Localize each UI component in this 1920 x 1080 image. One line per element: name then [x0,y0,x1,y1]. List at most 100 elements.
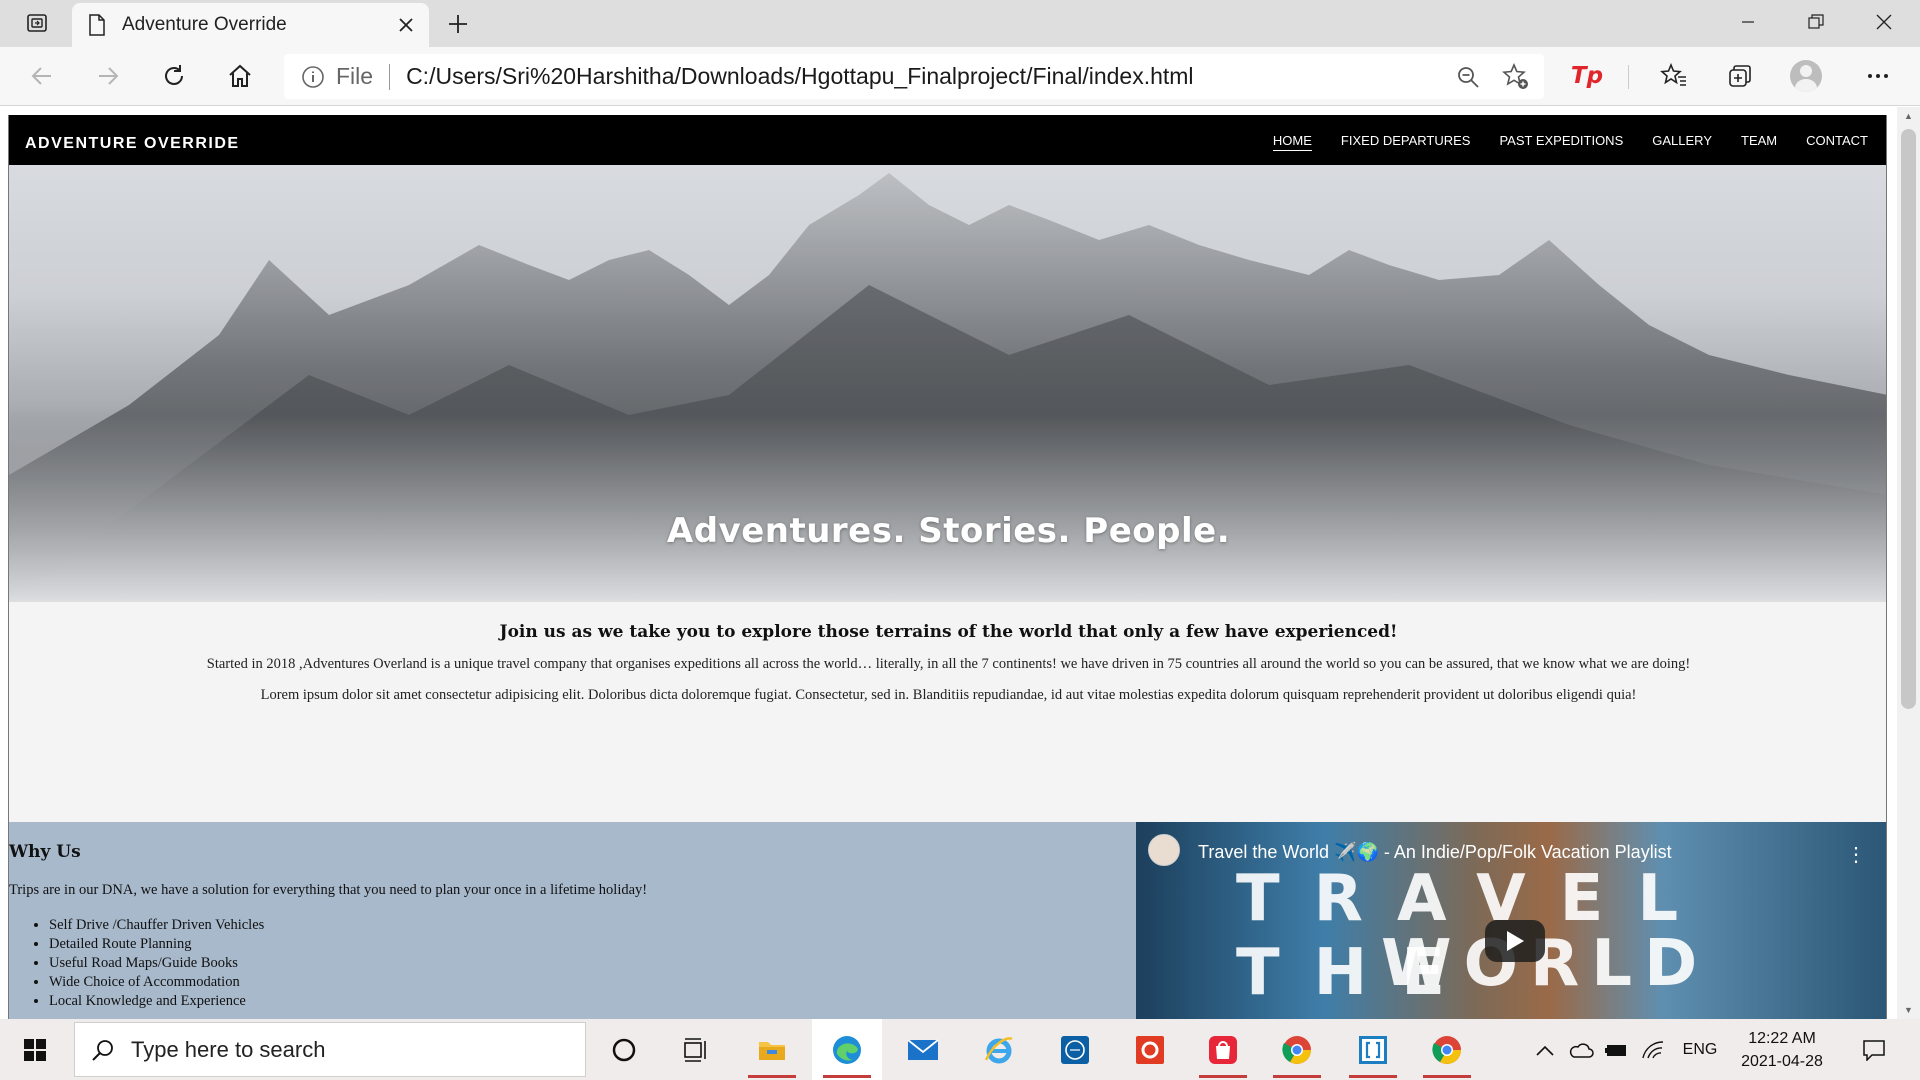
why-us-heading: Why Us [9,842,81,862]
home-button[interactable] [220,56,260,96]
hero-banner: Adventures. Stories. People. [9,165,1886,602]
office-button[interactable] [1115,1019,1185,1080]
onedrive-button[interactable] [1566,1019,1596,1080]
page-scrollbar[interactable]: ▲ ▼ [1897,107,1920,1019]
menu-item-home[interactable]: HOME [1272,133,1312,151]
forward-button[interactable] [88,56,128,96]
close-tab-button[interactable] [399,18,413,32]
edge-button[interactable] [812,1019,882,1080]
extension-button[interactable]: Tp [1567,56,1607,96]
chevron-up-icon [1536,1045,1554,1056]
internet-explorer-button[interactable] [964,1019,1034,1080]
internet-explorer-icon [984,1036,1013,1063]
restore-icon [1808,14,1824,29]
dell-app-button[interactable] [1040,1019,1110,1080]
wifi-button[interactable] [1638,1019,1668,1080]
why-us-section: Why Us Trips are in our DNA, we have a s… [9,822,1136,1019]
list-item: Local Knowledge and Experience [49,992,264,1011]
back-button[interactable] [22,56,62,96]
intro-paragraph-lorem: Lorem ipsum dolor sit amet consectetur a… [260,687,1637,703]
intro-section: Join us as we take you to explore those … [9,602,1886,822]
close-icon [399,18,413,32]
close-icon [1876,14,1892,30]
battery-button[interactable] [1602,1019,1632,1080]
start-button[interactable] [0,1019,70,1080]
taskbar-search-box[interactable]: Type here to search [74,1022,586,1077]
address-bar[interactable]: File C:/Users/Sri%20Harshitha/Downloads/… [284,54,1544,99]
tab-actions-button[interactable] [14,8,60,38]
search-placeholder: Type here to search [131,1036,326,1062]
taskbar-clock[interactable]: 12:22 AM 2021-04-28 [1722,1027,1842,1073]
refresh-button[interactable] [154,56,194,96]
site-menu: HOME FIXED DEPARTURES PAST EXPEDITIONS G… [1272,133,1868,151]
dell-icon [1061,1035,1089,1064]
favorites-button[interactable] [1654,56,1694,96]
minimize-button[interactable] [1715,0,1781,44]
file-explorer-button[interactable] [737,1019,807,1080]
zoom-button[interactable] [1448,57,1488,97]
arrow-left-icon [31,67,51,85]
browser-tab[interactable]: Adventure Override [72,3,429,47]
intro-heading: Join us as we take you to explore those … [499,622,1398,642]
search-icon [75,1038,131,1062]
toolbar-divider [1628,65,1629,89]
address-url[interactable]: C:/Users/Sri%20Harshitha/Downloads/Hgott… [406,63,1448,90]
site-brand[interactable]: ADVENTURE OVERRIDE [25,135,240,153]
menu-item-past-expeditions[interactable]: PAST EXPEDITIONS [1499,133,1623,151]
cortana-button[interactable] [589,1019,659,1080]
office-icon [1136,1035,1164,1064]
restore-button[interactable] [1783,0,1849,44]
list-item: Wide Choice of Accommodation [49,973,264,992]
scroll-up-arrow-icon[interactable]: ▲ [1901,107,1916,125]
settings-more-button[interactable] [1858,56,1898,96]
chrome-profile-button[interactable] [1412,1019,1482,1080]
more-vertical-icon[interactable]: ⋮ [1846,842,1866,867]
site-info-icon[interactable] [300,64,326,90]
language-indicator[interactable]: ENG [1680,1019,1720,1080]
menu-item-team[interactable]: TEAM [1741,133,1777,151]
scrollbar-thumb[interactable] [1901,129,1916,709]
tab-actions-icon [27,14,47,32]
windows-taskbar: Type here to search ENG 12:22 AM 2021-04… [0,1019,1920,1080]
avatar [1790,60,1822,92]
clock-time: 12:22 AM [1748,1030,1816,1047]
why-us-text: Trips are in our DNA, we have a solution… [9,882,648,898]
notifications-button[interactable] [1852,1019,1896,1080]
video-title[interactable]: Travel the World ✈️🌍 - An Indie/Pop/Folk… [1198,842,1672,863]
site-navbar: ADVENTURE OVERRIDE HOME FIXED DEPARTURES… [9,115,1886,165]
video-embed[interactable]: TRAVEL THE WORLD Travel the World ✈️🌍 - … [1136,822,1886,1019]
arrow-right-icon [99,67,119,85]
task-view-icon [684,1037,706,1062]
play-icon [1507,931,1524,951]
channel-avatar[interactable] [1148,834,1180,866]
chrome-button[interactable] [1262,1019,1332,1080]
brackets-icon [1359,1035,1387,1064]
tp-extension-icon: Tp [1570,63,1604,89]
mail-button[interactable] [888,1019,958,1080]
play-button[interactable] [1485,920,1545,962]
refresh-icon [165,65,183,85]
show-hidden-icons-button[interactable] [1530,1019,1560,1080]
battery-icon [1605,1044,1626,1056]
shopping-bag-icon [1209,1035,1237,1064]
add-favorite-button[interactable] [1496,57,1536,97]
scroll-down-arrow-icon[interactable]: ▼ [1901,1001,1916,1019]
menu-item-fixed-departures[interactable]: FIXED DEPARTURES [1341,133,1471,151]
zoom-out-icon [1458,66,1479,88]
task-view-button[interactable] [661,1019,731,1080]
collections-button[interactable] [1720,56,1760,96]
address-scheme: File [336,63,374,89]
edge-icon [833,1035,861,1064]
menu-item-contact[interactable]: CONTACT [1806,133,1868,151]
browser-viewport: ADVENTURE OVERRIDE HOME FIXED DEPARTURES… [0,107,1920,1019]
brackets-button[interactable] [1338,1019,1408,1080]
new-tab-button[interactable] [440,6,476,42]
star-add-icon [1502,62,1528,89]
menu-item-gallery[interactable]: GALLERY [1652,133,1712,151]
cortana-icon [612,1038,636,1061]
address-separator [389,63,391,90]
profile-button[interactable] [1786,56,1826,96]
browser-toolbar: File C:/Users/Sri%20Harshitha/Downloads/… [0,47,1920,106]
app-shopping-button[interactable] [1188,1019,1258,1080]
close-window-button[interactable] [1851,0,1917,44]
